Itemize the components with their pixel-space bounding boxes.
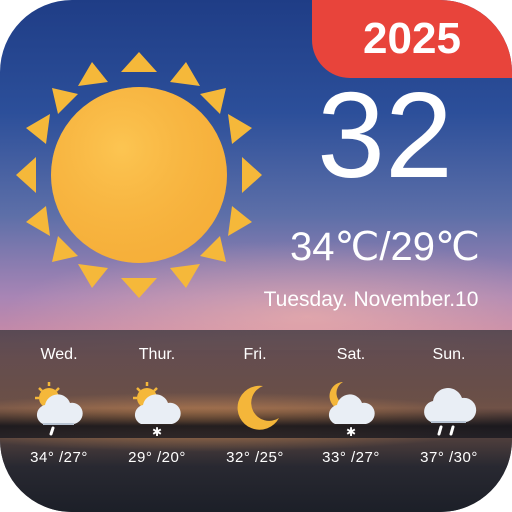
day-name: Sat.	[336, 346, 366, 363]
forecast-day: Fri. 32° /25°	[210, 340, 300, 480]
sun-cloud-rain-icon	[35, 382, 83, 436]
forecast-day: Wed. 34° /27°	[14, 340, 104, 480]
current-date: Tuesday. November.10	[263, 288, 479, 311]
day-name: Thur.	[138, 346, 176, 363]
temperature-range: 34℃/29℃	[290, 225, 480, 269]
svg-text:✱: ✱	[346, 425, 356, 438]
day-temperatures: 32° /25°	[226, 449, 284, 466]
day-temperatures: 37° /30°	[420, 449, 478, 466]
day-name: Sun.	[432, 346, 466, 363]
forecast-day: Sat. ✱ 33° /27°	[306, 340, 396, 480]
day-temperatures: 33° /27°	[322, 449, 380, 466]
weather-app-icon[interactable]: 2025 32 34℃/29℃ Tuesday. November.10 Wed…	[0, 0, 512, 512]
forecast-day: Thur. ✱ 29° /20°	[112, 340, 202, 480]
moon-icon	[237, 385, 279, 430]
day-temperatures: 34° /27°	[30, 449, 88, 466]
moon-cloud-snow-icon: ✱	[328, 382, 375, 438]
forecast-day: Sun. 37° /30°	[404, 340, 494, 480]
sun-cloud-snow-icon: ✱	[133, 382, 181, 438]
cloud-rain-icon	[424, 388, 477, 436]
current-temperature: 32	[317, 67, 453, 203]
day-name: Wed.	[40, 346, 78, 363]
day-name: Fri.	[243, 346, 267, 363]
svg-text:✱: ✱	[152, 425, 162, 438]
sun-icon	[16, 52, 262, 298]
day-temperatures: 29° /20°	[128, 449, 186, 466]
